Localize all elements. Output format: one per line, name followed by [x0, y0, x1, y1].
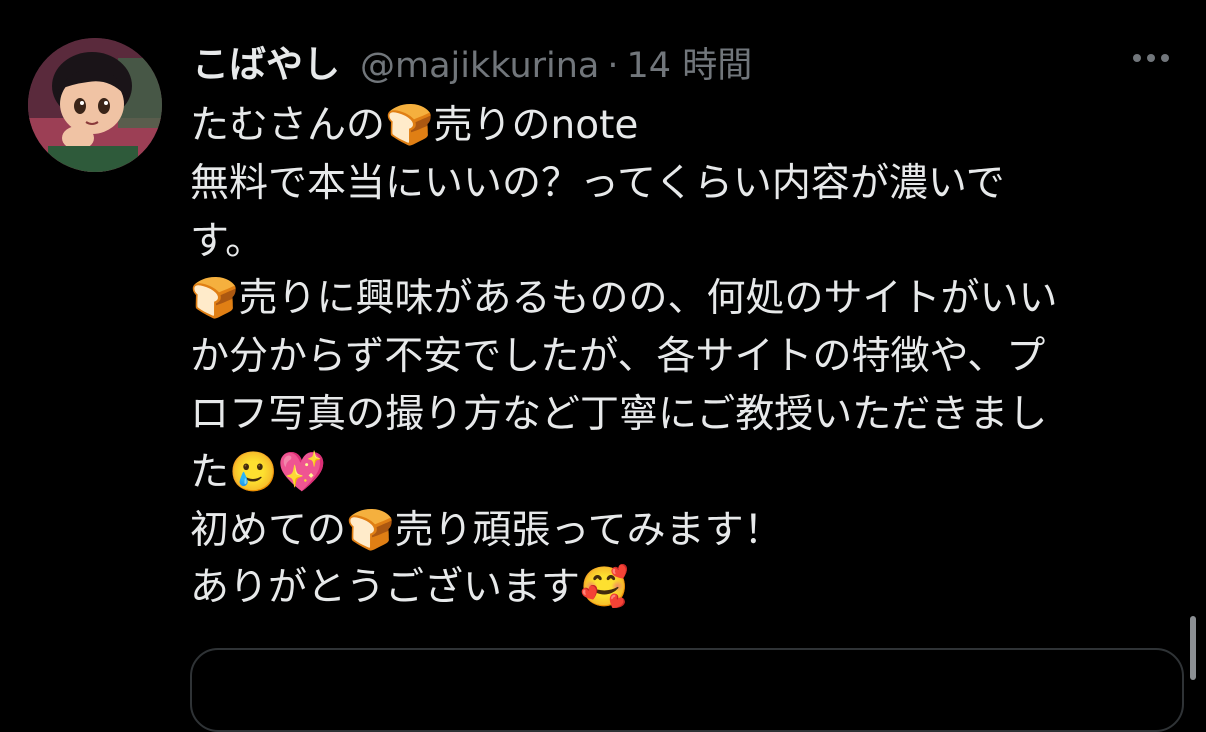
- more-button[interactable]: [1126, 44, 1176, 72]
- tweet-text-line: 初めての🍞売り頑張ってみます！: [190, 507, 783, 553]
- tweet-text-line: す。: [190, 218, 265, 264]
- tweet-text: たむさんの🍞売りのnote 無料で本当にいいの？ってくらい内容が濃いで す。 🍞…: [190, 97, 1180, 617]
- separator-dot: ·: [607, 46, 619, 86]
- author-handle[interactable]: @majikkurina: [360, 46, 599, 86]
- author-display-name[interactable]: こばやし: [192, 34, 340, 88]
- more-horizontal-icon: [1133, 54, 1141, 62]
- tweet-text-line: 無料で本当にいいの？ってくらい内容が濃いで: [190, 160, 1005, 206]
- scrollbar[interactable]: [1190, 616, 1196, 680]
- more-horizontal-icon: [1161, 54, 1169, 62]
- tweet-text-line: か分からず不安でしたが、各サイトの特徴や、プ: [190, 334, 1046, 380]
- tweet-text-line: ありがとうございます🥰: [190, 565, 629, 611]
- tweet-header: こばやし @majikkurina · 14 時間: [192, 34, 752, 86]
- quoted-card[interactable]: [190, 648, 1184, 732]
- tweet-text-line: た🥲💖: [190, 449, 327, 495]
- avatar[interactable]: [28, 38, 162, 172]
- tweet-text-line: 🍞売りに興味があるものの、何処のサイトがいい: [190, 276, 1058, 322]
- more-horizontal-icon: [1147, 54, 1155, 62]
- tweet[interactable]: こばやし @majikkurina · 14 時間 たむさんの🍞売りのnote …: [0, 0, 1206, 732]
- tweet-text-line: ロフ写真の撮り方など丁寧にご教授いただきまし: [190, 391, 1048, 437]
- timestamp[interactable]: 14 時間: [627, 37, 753, 88]
- avatar-image: [28, 38, 162, 172]
- tweet-text-line: たむさんの🍞売りのnote: [190, 103, 639, 148]
